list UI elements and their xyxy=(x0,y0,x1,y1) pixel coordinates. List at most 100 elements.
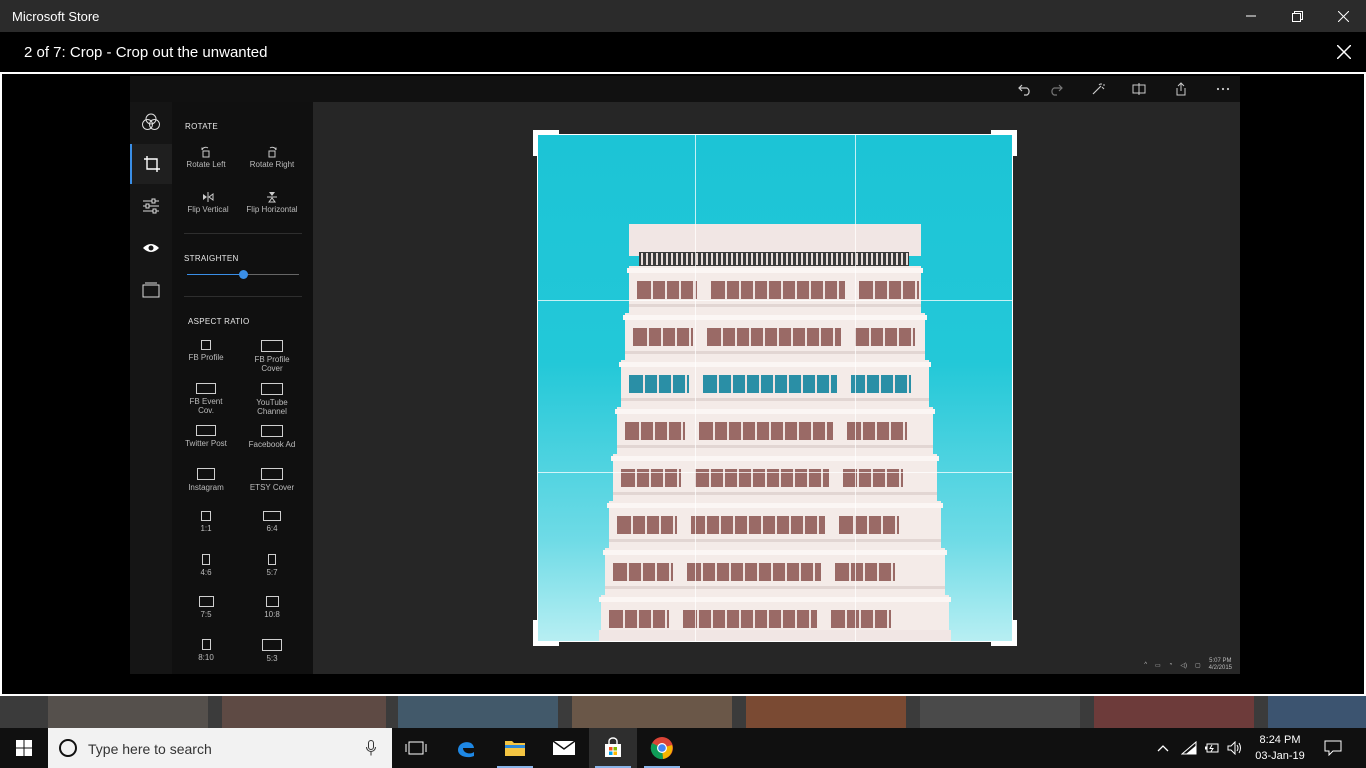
background-tile xyxy=(920,696,1080,728)
close-button[interactable] xyxy=(1320,0,1366,32)
filters-tool-button[interactable] xyxy=(130,102,172,142)
aspect-ratio-option[interactable]: YouTube Channel xyxy=(240,382,304,416)
flip-horizontal-label: Flip Horizontal xyxy=(246,205,298,214)
aspect-ratio-option[interactable]: 5:7 xyxy=(240,553,304,577)
background-tile xyxy=(1094,696,1254,728)
aspect-ratio-label: Instagram xyxy=(188,483,224,493)
viewer-close-button[interactable] xyxy=(1330,38,1358,66)
background-tile xyxy=(48,696,208,728)
battery-button[interactable] xyxy=(1201,728,1223,768)
aspect-ratio-option[interactable]: 4:6 xyxy=(174,553,238,577)
task-view-icon xyxy=(405,741,427,755)
crop-handle-bottom-left[interactable] xyxy=(533,620,559,646)
aspect-ratio-option[interactable]: 5:3 xyxy=(240,638,304,663)
clock-time: 8:24 PM xyxy=(1259,734,1301,746)
aspect-ratio-option[interactable]: 1:1 xyxy=(174,510,238,533)
rotate-right-label: Rotate Right xyxy=(249,160,295,169)
compare-button[interactable] xyxy=(1130,81,1148,97)
aspect-ratio-option[interactable]: FB Profile Cover xyxy=(240,340,304,373)
aspect-ratio-icon xyxy=(261,468,283,481)
volume-icon: ◁) xyxy=(1180,662,1187,669)
aspect-ratio-option[interactable]: 6:4 xyxy=(240,510,304,533)
rotate-section-title: ROTATE xyxy=(185,122,219,131)
aspect-ratio-option[interactable]: FB Profile xyxy=(174,340,238,362)
crop-frame[interactable] xyxy=(537,134,1013,642)
straighten-section-title: STRAIGHTEN xyxy=(184,254,239,263)
aspect-ratio-label: YouTube xyxy=(256,397,288,407)
crop-icon xyxy=(144,156,160,172)
straighten-slider-fill xyxy=(187,274,243,275)
wifi-icon: ◔ xyxy=(1168,662,1173,668)
taskbar-search[interactable]: Type here to search xyxy=(48,728,392,768)
aspect-ratio-option[interactable]: FB Event Cov. xyxy=(174,382,238,415)
minimize-icon xyxy=(1246,15,1256,17)
taskbar-clock[interactable]: 8:24 PM 03-Jan-19 xyxy=(1244,732,1316,764)
redo-button[interactable] xyxy=(1047,81,1065,97)
straighten-slider-thumb[interactable] xyxy=(239,270,248,279)
flip-vertical-button[interactable]: Flip Vertical xyxy=(176,191,240,214)
volume-button[interactable] xyxy=(1224,728,1246,768)
volume-icon xyxy=(1227,741,1241,755)
aspect-ratio-icon xyxy=(201,638,211,650)
rotate-right-icon xyxy=(268,146,277,158)
aspect-ratio-icon xyxy=(262,638,282,651)
microphone-icon xyxy=(366,740,376,756)
file-explorer-button[interactable] xyxy=(491,728,539,768)
straighten-slider[interactable] xyxy=(187,270,299,279)
network-button[interactable] xyxy=(1178,728,1200,768)
red-eye-tool-button[interactable] xyxy=(130,228,172,268)
borders-tool-button[interactable] xyxy=(130,270,172,310)
rotate-left-label: Rotate Left xyxy=(186,160,226,169)
task-view-button[interactable] xyxy=(392,728,440,768)
auto-fix-button[interactable] xyxy=(1089,81,1107,97)
minimize-button[interactable] xyxy=(1228,0,1274,32)
screenshot-viewer-header: 2 of 7: Crop - Crop out the unwanted xyxy=(0,32,1366,72)
aspect-ratio-label: 6:4 xyxy=(266,523,278,533)
windows-logo-icon xyxy=(16,740,32,756)
aspect-ratio-label: FB Profile xyxy=(254,355,290,364)
edge-button[interactable] xyxy=(442,728,490,768)
share-button[interactable] xyxy=(1172,81,1190,97)
start-button[interactable] xyxy=(0,728,48,768)
crop-handle-bottom-right[interactable] xyxy=(991,620,1017,646)
chrome-button[interactable] xyxy=(638,728,686,768)
aspect-ratio-label-line2: Cover xyxy=(261,364,283,373)
aspect-ratio-option[interactable]: 8:10 xyxy=(174,638,238,662)
aspect-ratio-option[interactable]: 7:5 xyxy=(174,596,238,619)
crop-handle-top-right[interactable] xyxy=(991,130,1017,156)
aspect-ratio-option[interactable]: 10:8 xyxy=(240,596,304,619)
aspect-ratio-option[interactable]: Twitter Post xyxy=(174,425,238,448)
borders-icon xyxy=(142,282,160,298)
aspect-ratio-option[interactable]: Instagram xyxy=(174,468,238,492)
rotate-left-button[interactable]: Rotate Left xyxy=(174,146,238,169)
aspect-ratio-option[interactable]: Facebook Ad xyxy=(240,425,304,449)
undo-button[interactable] xyxy=(1016,81,1034,97)
store-button[interactable] xyxy=(589,728,637,768)
aspect-ratio-label: 4:6 xyxy=(200,567,212,577)
restore-button[interactable] xyxy=(1274,0,1320,32)
close-icon xyxy=(1337,45,1351,59)
crop-tool-button[interactable] xyxy=(130,144,172,184)
editor-canvas: ^ ▭ ◔ ◁) ▢ 5:07 PM 4/2/2015 xyxy=(313,102,1240,674)
action-center-button[interactable] xyxy=(1320,728,1346,768)
cortana-icon xyxy=(59,739,77,757)
aspect-ratio-option[interactable]: ETSY Cover xyxy=(240,468,304,492)
aspect-ratio-label: 5:3 xyxy=(266,653,278,663)
crop-handle-top-left[interactable] xyxy=(533,130,559,156)
crop-options-panel: ROTATE Rotate Left Rotate Right Flip Ver… xyxy=(172,102,313,674)
aspect-ratio-icon xyxy=(261,340,283,352)
aspect-ratio-icon xyxy=(198,596,214,608)
show-hidden-icons-button[interactable] xyxy=(1152,728,1174,768)
background-tile xyxy=(746,696,906,728)
aspect-ratio-label: Facebook Ad xyxy=(248,440,296,450)
aspect-ratio-icon xyxy=(263,510,281,521)
aspect-ratio-label: FB Event xyxy=(189,396,223,406)
mail-button[interactable] xyxy=(540,728,588,768)
aspect-ratio-section-title: ASPECT RATIO xyxy=(188,317,250,326)
rotate-right-button[interactable]: Rotate Right xyxy=(240,146,304,169)
inner-system-tray: ^ ▭ ◔ ◁) ▢ 5:07 PM 4/2/2015 xyxy=(1144,656,1232,674)
adjustments-tool-button[interactable] xyxy=(130,186,172,226)
flip-horizontal-button[interactable]: Flip Horizontal xyxy=(240,191,304,214)
wifi-icon xyxy=(1181,741,1197,755)
more-button[interactable] xyxy=(1214,81,1232,97)
